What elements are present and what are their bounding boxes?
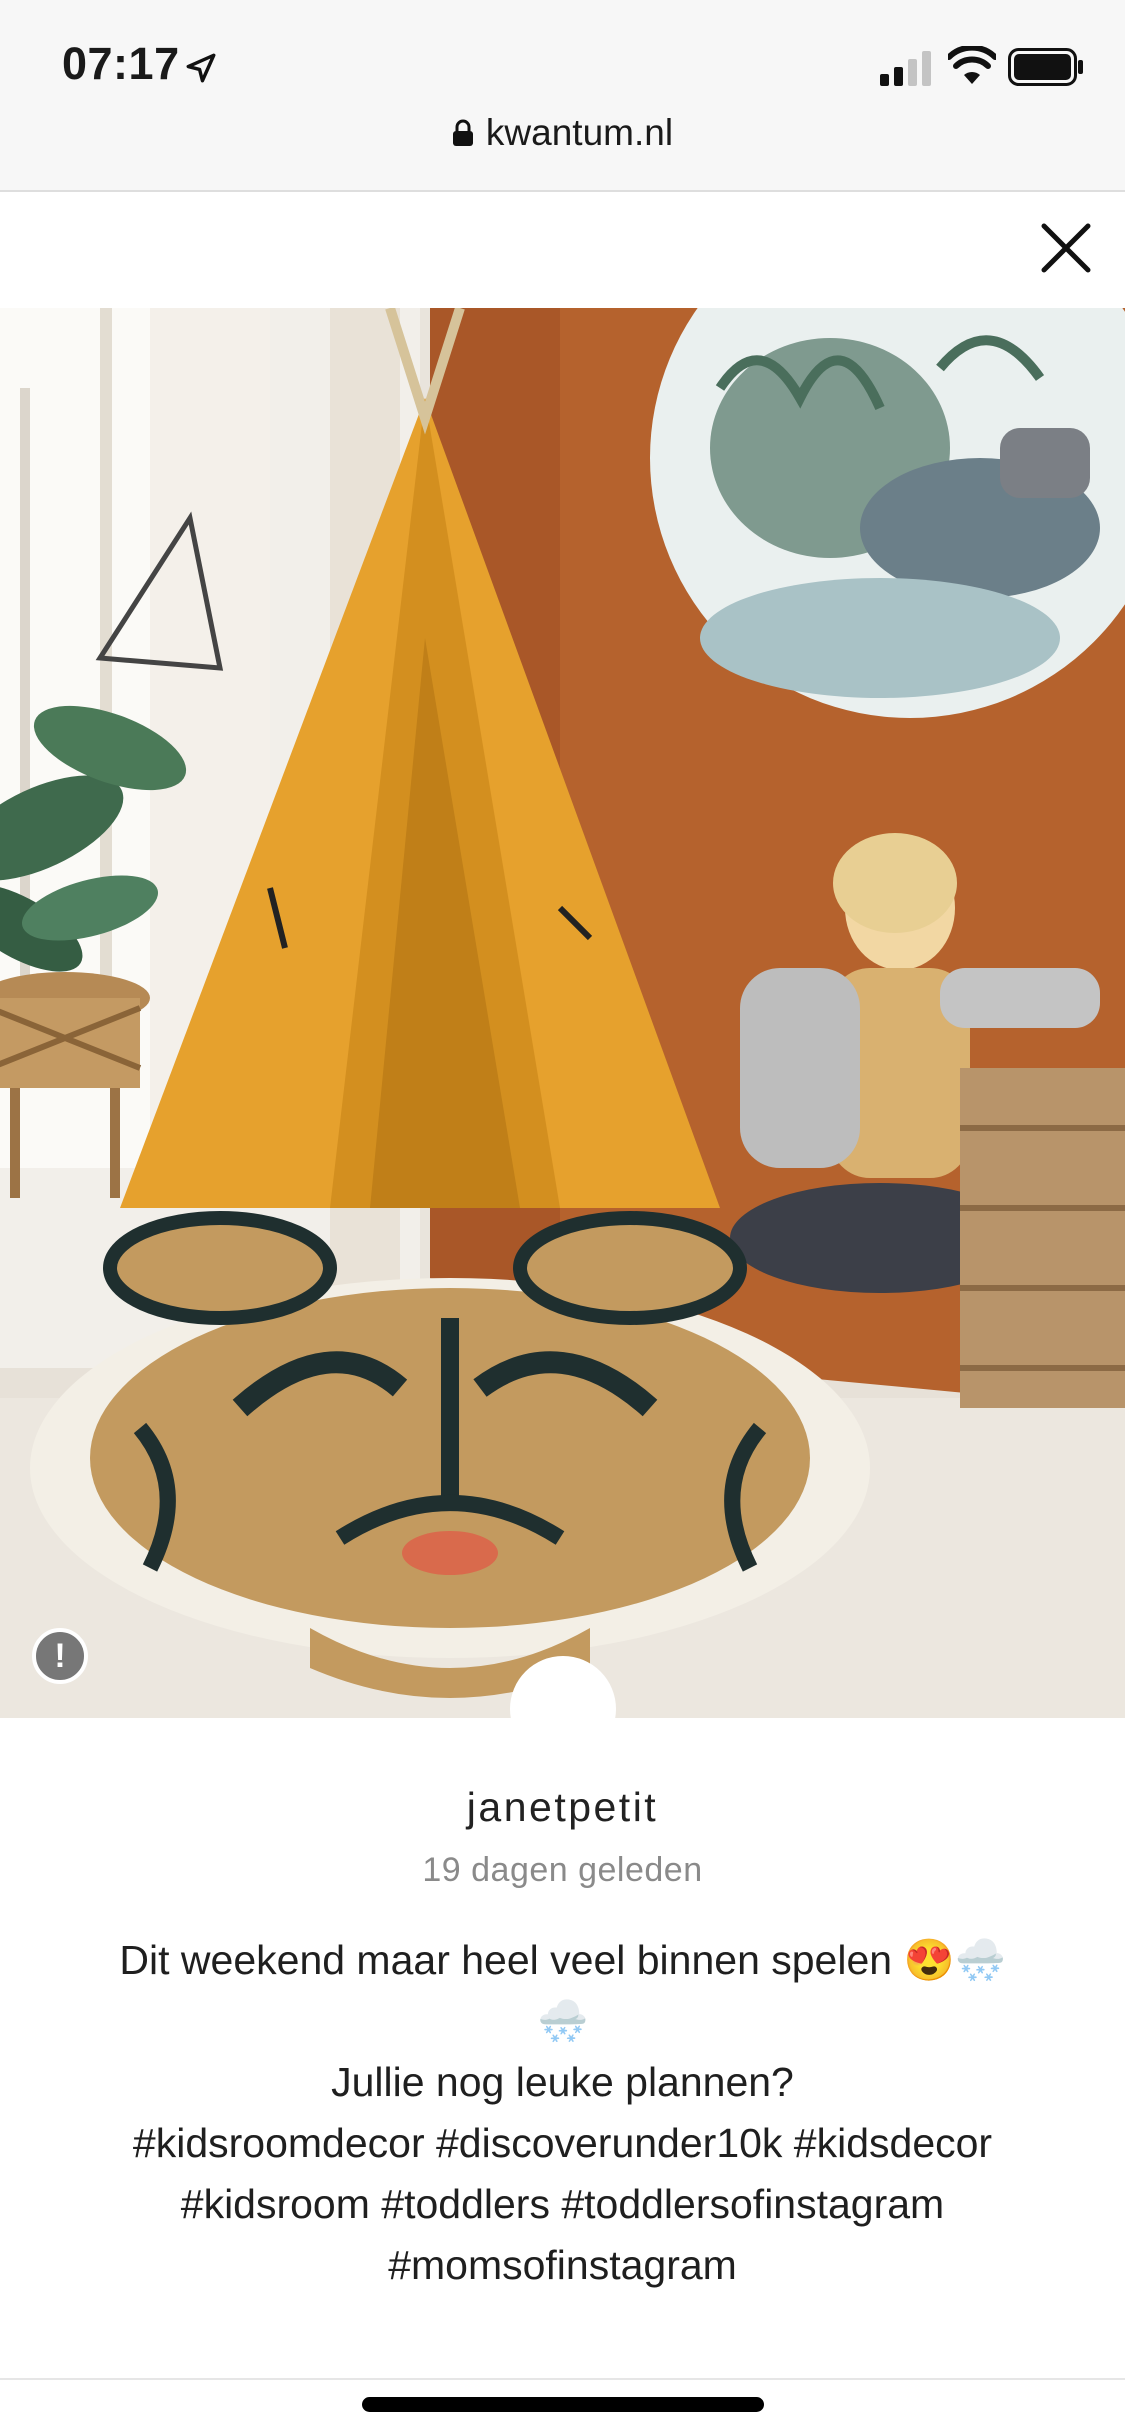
post-username[interactable]: janetpetit xyxy=(0,1784,1125,1831)
post-caption: Dit weekend maar heel veel binnen spelen… xyxy=(119,1937,1006,2288)
address-bar[interactable]: kwantum.nl xyxy=(0,112,1125,154)
wifi-icon xyxy=(948,46,996,84)
lock-icon xyxy=(452,119,473,146)
post-image xyxy=(0,308,1125,1718)
status-time: 07:17 xyxy=(62,38,180,89)
post-info: janetpetit 19 dagen geleden Dit weekend … xyxy=(0,1718,1125,2296)
cellular-signal-icon xyxy=(880,51,931,86)
battery-icon xyxy=(1008,48,1083,86)
post-timestamp: 19 dagen geleden xyxy=(422,1851,703,1889)
url-text: kwantum.nl xyxy=(485,112,674,153)
home-indicator[interactable] xyxy=(362,2397,764,2412)
close-icon[interactable] xyxy=(1038,220,1094,276)
modal-header xyxy=(0,192,1125,308)
location-arrow-icon xyxy=(186,53,216,83)
report-icon[interactable]: ! xyxy=(32,1628,88,1684)
status-bar: 07:17 kwantum.nl xyxy=(0,0,1125,192)
bottom-divider xyxy=(0,2378,1125,2380)
